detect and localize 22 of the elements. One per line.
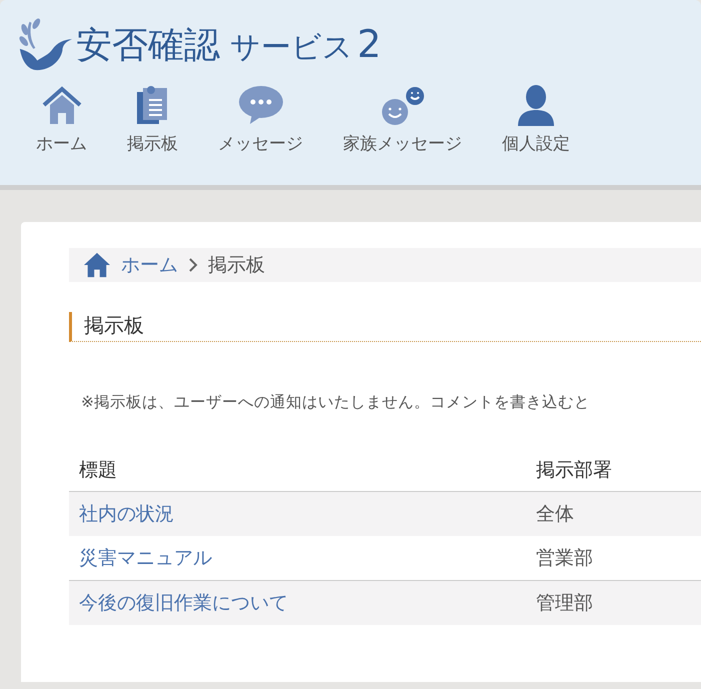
table-cell: 管理部 [536,592,593,614]
home-icon [83,252,111,278]
notice-text: ※掲示板は、ユーザーへの通知はいたしません。コメントを書き込むと [81,392,591,413]
nav-item[interactable]: 家族メッセージ [323,84,482,155]
app-title: 安否確認 サービス 2 [76,20,382,68]
breadcrumb-current: 掲示板 [208,253,265,278]
column-header: 掲示部署 [536,459,612,481]
post-title-link[interactable]: 災害マニュアル [79,547,212,569]
page-heading: 掲示板 [69,312,701,342]
person-icon [516,84,556,126]
nav-item[interactable]: メッセージ [198,84,323,155]
smiley-faces-icon [380,84,424,126]
column-header: 標題 [79,459,117,481]
breadcrumb-link[interactable]: ホーム [121,252,178,278]
nav-item[interactable]: 個人設定 [482,84,590,155]
post-title-link[interactable]: 社内の状況 [79,503,174,525]
table-cell: 全体 [536,503,574,525]
speech-bubble-icon [238,84,284,126]
table-cell: 営業部 [536,547,593,569]
nav-item[interactable]: 掲示板 [107,84,198,155]
nav-item[interactable]: ホーム [16,84,107,155]
chevron-right-icon [188,257,198,273]
